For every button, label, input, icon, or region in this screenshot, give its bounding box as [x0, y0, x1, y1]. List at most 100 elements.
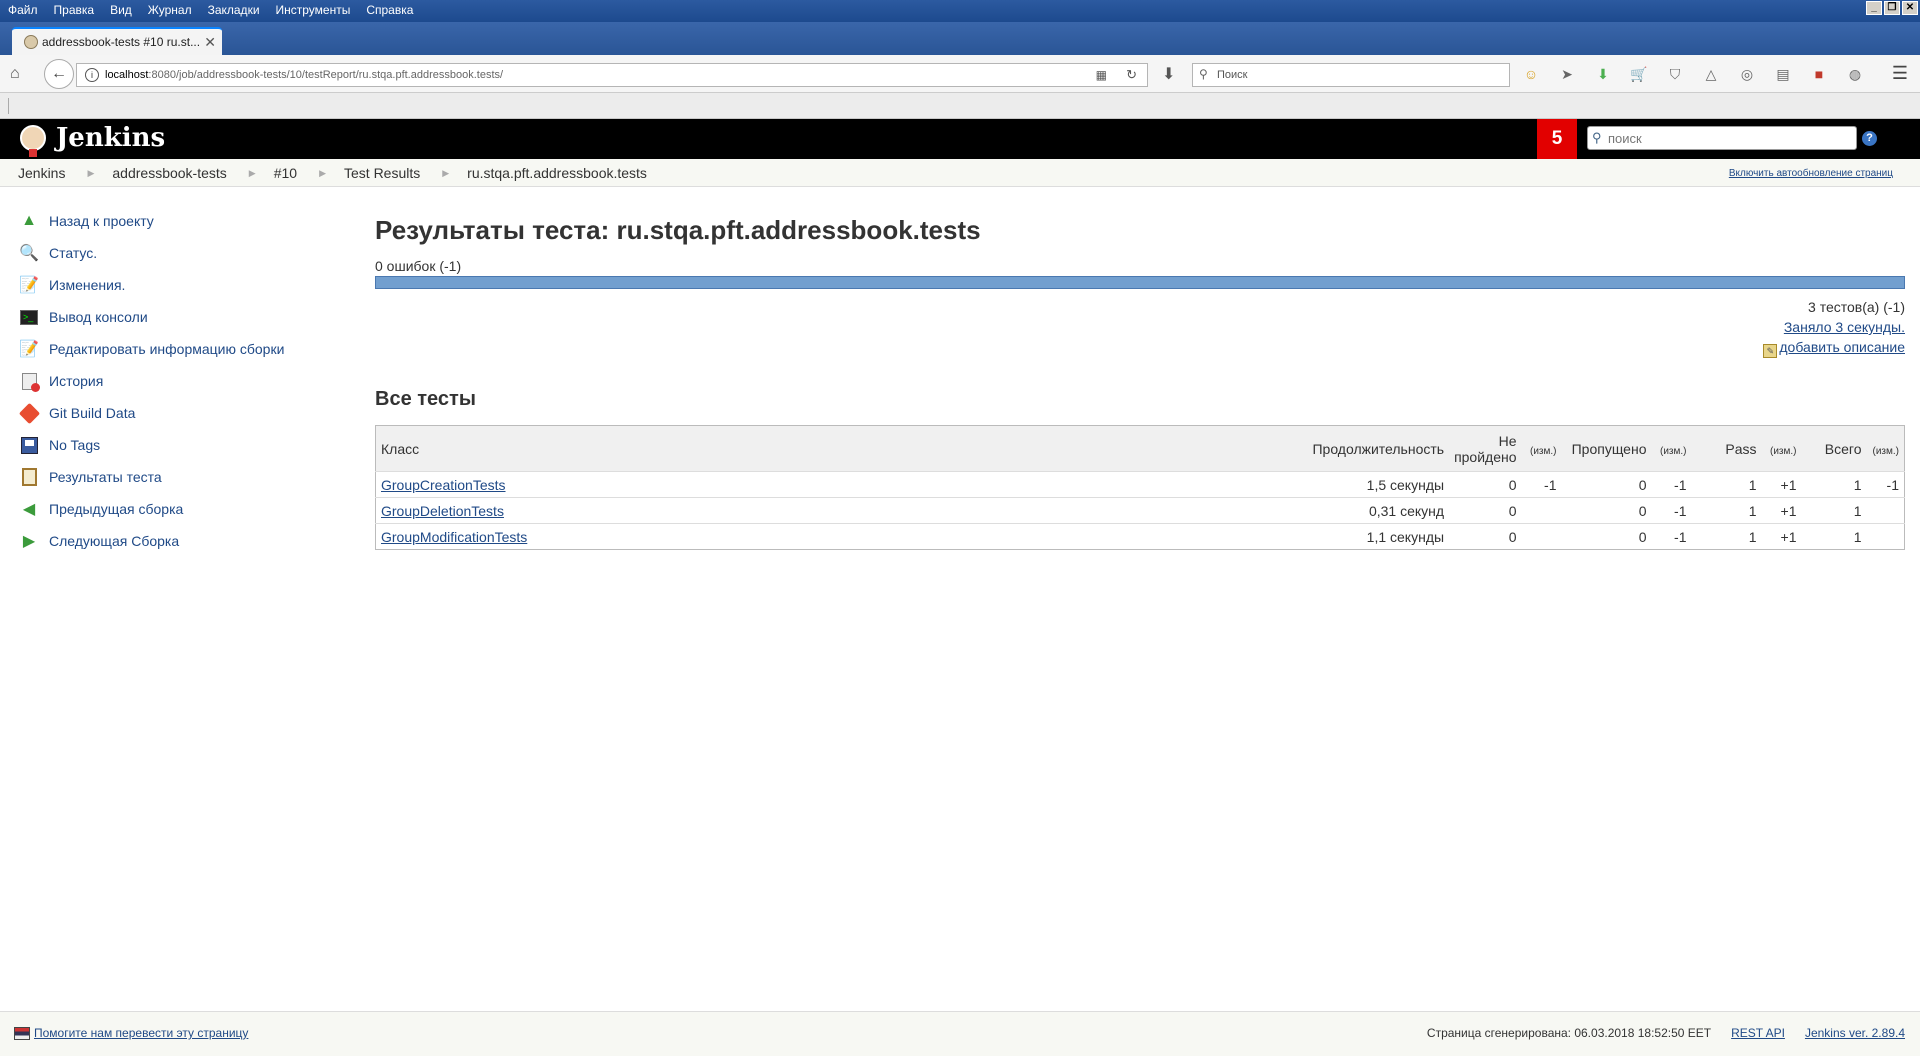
column-failed-diff[interactable]: (изм.): [1530, 446, 1556, 457]
home-icon[interactable]: ⌂: [10, 65, 20, 83]
notepad-icon: 📝: [19, 341, 39, 358]
autorefresh-link[interactable]: Включить автообновление страниц: [1729, 168, 1893, 179]
sidebar-item-label: Результаты теста: [49, 469, 162, 485]
pass-fill: [376, 277, 1904, 288]
menu-tools[interactable]: Инструменты: [268, 3, 359, 17]
breadcrumb-build[interactable]: #10: [256, 165, 297, 181]
menu-edit[interactable]: Правка: [46, 3, 103, 17]
notification-badge[interactable]: 5: [1537, 119, 1577, 159]
sidebar-item-history[interactable]: История: [18, 365, 318, 397]
sidebar-item-git-build-data[interactable]: Git Build Data: [18, 397, 318, 429]
failed-cell: 0: [1449, 471, 1522, 498]
rest-api-link[interactable]: REST API: [1731, 1026, 1785, 1040]
menu-view[interactable]: Вид: [102, 3, 140, 17]
tests-count: 3 тестов(а) (-1): [1808, 299, 1905, 315]
sidebar-icon[interactable]: ▤: [1774, 66, 1792, 82]
globe-icon[interactable]: ◎: [1738, 66, 1756, 82]
sidebar-item-previous-build[interactable]: ◀ Предыдущая сборка: [18, 493, 318, 525]
failed-diff-cell: [1521, 523, 1562, 550]
tab-strip: addressbook-tests #10 ru.st... ✕ +: [0, 22, 1920, 73]
reader-view-icon[interactable]: ▦: [1096, 68, 1107, 82]
test-class-link[interactable]: GroupModificationTests: [381, 529, 527, 545]
jenkins-search-input[interactable]: ⚲ поиск: [1587, 126, 1857, 150]
nav-bar: ⌂ ← i localhost:8080/job/addressbook-tes…: [0, 55, 1920, 93]
url-bar[interactable]: i localhost:8080/job/addressbook-tests/1…: [76, 63, 1148, 87]
help-icon[interactable]: ?: [1862, 131, 1877, 146]
column-failed[interactable]: Не пройдено: [1449, 425, 1522, 472]
vpn-icon[interactable]: ◍: [1846, 66, 1864, 82]
add-description-link[interactable]: добавить описание: [1779, 339, 1905, 355]
save-icon: [18, 435, 40, 455]
jenkins-version-link[interactable]: Jenkins ver. 2.89.4: [1805, 1026, 1905, 1040]
minimize-button[interactable]: _: [1866, 1, 1882, 15]
sidebar-item-label: Изменения.: [49, 277, 126, 293]
breadcrumb-separator-icon: ▶: [319, 168, 326, 178]
close-window-button[interactable]: ✕: [1902, 1, 1918, 15]
breadcrumb-package[interactable]: ru.stqa.pft.addressbook.tests: [449, 165, 647, 181]
extension-face-icon[interactable]: ☺: [1522, 66, 1540, 82]
shield-icon[interactable]: ⛉: [1666, 66, 1684, 82]
up-arrow-icon: ▲: [21, 212, 37, 229]
sidebar-item-no-tags[interactable]: No Tags: [18, 429, 318, 461]
url-host: localhost: [105, 69, 149, 81]
sidebar-item-changes[interactable]: 📝 Изменения.: [18, 269, 318, 301]
cart-icon[interactable]: 🛒: [1630, 66, 1648, 82]
total-diff-cell: [1866, 523, 1905, 550]
column-skipped[interactable]: Пропущено: [1561, 425, 1652, 472]
test-class-link[interactable]: GroupCreationTests: [381, 477, 506, 493]
breadcrumb-job[interactable]: addressbook-tests: [94, 165, 226, 181]
sidebar-item-test-results[interactable]: Результаты теста: [18, 461, 318, 493]
table-row: GroupDeletionTests 0,31 секунд 0 0 -1 1 …: [375, 497, 1905, 524]
info-icon[interactable]: i: [85, 68, 99, 82]
sidebar-item-edit-build-info[interactable]: 📝 Редактировать информацию сборки: [18, 333, 318, 365]
browser-tab[interactable]: addressbook-tests #10 ru.st... ✕: [12, 27, 222, 55]
breadcrumb-test-results[interactable]: Test Results: [326, 165, 420, 181]
search-icon: ⚲: [1199, 67, 1208, 81]
addon-icon[interactable]: ■: [1810, 66, 1828, 82]
browser-search-input[interactable]: ⚲ Поиск: [1192, 63, 1510, 87]
all-tests-heading: Все тесты: [375, 388, 476, 410]
skipped-cell: 0: [1561, 497, 1652, 524]
translate-flag-icon: [14, 1026, 30, 1040]
sidebar-item-back-to-project[interactable]: ▲ Назад к проекту: [18, 205, 318, 237]
column-duration[interactable]: Продолжительность: [1289, 425, 1450, 472]
hamburger-menu-icon[interactable]: ☰: [1892, 63, 1908, 84]
history-icon: [18, 371, 40, 392]
sidebar-item-console[interactable]: >_ Вывод консоли: [18, 301, 318, 333]
breadcrumb-jenkins[interactable]: Jenkins: [0, 165, 65, 181]
sidebar-item-label: Назад к проекту: [49, 213, 154, 229]
column-pass[interactable]: Pass: [1691, 425, 1762, 472]
back-button[interactable]: ←: [44, 59, 74, 89]
menu-bookmarks[interactable]: Закладки: [200, 3, 268, 17]
table-row: GroupCreationTests 1,5 секунды 0 -1 0 -1…: [375, 471, 1905, 498]
test-class-link[interactable]: GroupDeletionTests: [381, 503, 504, 519]
side-panel: ▲ Назад к проекту 🔍 Статус. 📝 Изменения.…: [18, 205, 318, 557]
menu-history[interactable]: Журнал: [140, 3, 200, 17]
send-icon[interactable]: ➤: [1558, 66, 1576, 82]
reload-icon[interactable]: ↻: [1126, 67, 1137, 83]
skipped-cell: 0: [1561, 471, 1652, 498]
pass-diff-cell: +1: [1761, 497, 1802, 524]
column-pass-diff[interactable]: (изм.): [1770, 446, 1796, 457]
menu-help[interactable]: Справка: [358, 3, 421, 17]
restore-button[interactable]: ❐: [1884, 1, 1900, 15]
column-class[interactable]: Класс: [375, 425, 1290, 472]
tab-close-icon[interactable]: ✕: [204, 34, 216, 51]
download-icon[interactable]: ⬇: [1162, 64, 1175, 84]
column-skipped-diff[interactable]: (изм.): [1660, 446, 1686, 457]
translate-link[interactable]: Помогите нам перевести эту страницу: [34, 1026, 248, 1040]
download-manager-icon[interactable]: ⬇: [1594, 66, 1612, 82]
duration-link[interactable]: Заняло 3 секунды.: [1784, 319, 1905, 335]
column-total-diff[interactable]: (изм.): [1873, 446, 1899, 457]
pass-cell: 1: [1691, 523, 1762, 550]
menu-file[interactable]: Файл: [0, 3, 46, 17]
jenkins-title[interactable]: Jenkins: [56, 123, 165, 153]
breadcrumb-separator-icon: ▶: [442, 168, 450, 178]
drive-icon[interactable]: △: [1702, 66, 1720, 82]
failed-diff-cell: [1521, 497, 1562, 524]
sidebar-item-status[interactable]: 🔍 Статус.: [18, 237, 318, 269]
sidebar-item-next-build[interactable]: ▶ Следующая Сборка: [18, 525, 318, 557]
jenkins-logo-icon[interactable]: [18, 123, 50, 157]
column-total[interactable]: Всего: [1801, 425, 1867, 472]
table-row: GroupModificationTests 1,1 секунды 0 0 -…: [375, 523, 1905, 550]
